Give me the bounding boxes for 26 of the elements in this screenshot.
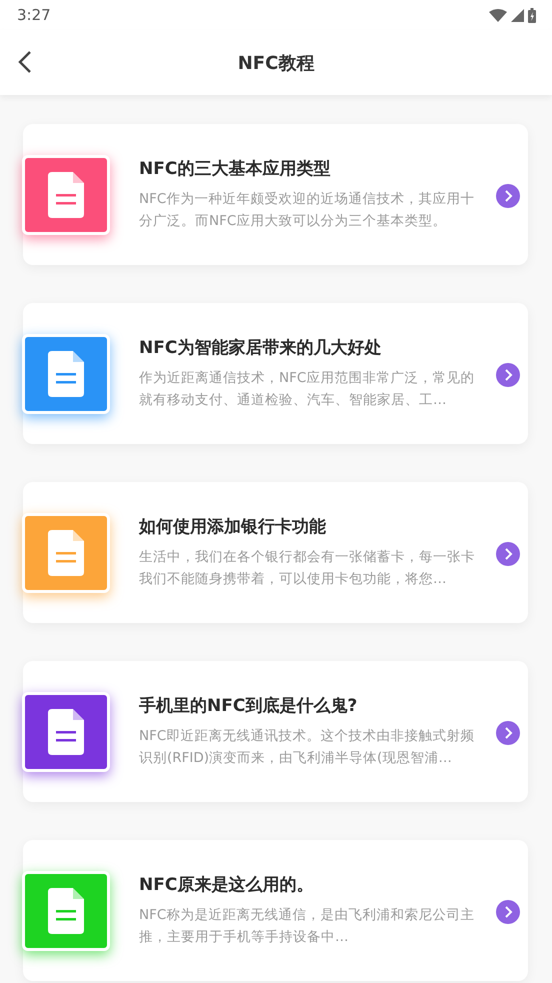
page-title: NFC教程 [238,52,314,74]
article-title: NFC的三大基本应用类型 [139,158,332,180]
article-card[interactable]: 手机里的NFC到底是什么鬼? NFC即近距离无线通讯技术。这个技术由非接触式射频识别(RFID)演变而来，由飞利浦半导体(现恩智浦… [23,661,528,802]
article-summary: NFC即近距离无线通讯技术。这个技术由非接触式射频识别(RFID)演变而来，由飞利浦半导体(现恩智浦… [139,727,476,768]
article-card[interactable]: NFC的三大基本应用类型 NFC作为一种近年颇受欢迎的近场通信技术，其应用十分广泛。而NFC应用大致可以分为三个基本类型。 [23,124,528,265]
article-card[interactable]: NFC原来是这么用的。 NFC称为是近距离无线通信，是由飞利浦和索尼公司主推，主要用于手机等手持设备中… [23,840,528,981]
article-summary: 生活中，我们在各个银行都会有一张储蓄卡，每一张卡我们不能随身携带着，可以使用卡包功能，将您… [139,548,476,589]
wifi-icon [489,8,507,22]
status-time: 3:27 [17,6,51,24]
chevron-right-icon[interactable] [496,900,520,924]
chevron-right-icon[interactable] [496,184,520,208]
article-title: NFC为智能家居带来的几大好处 [139,337,382,359]
article-title: 如何使用添加银行卡功能 [139,516,327,538]
article-summary: 作为近距离通信技术，NFC应用范围非常广泛，常见的就有移动支付、通道检验、汽车、智能家居、工… [139,369,476,410]
article-card[interactable]: NFC为智能家居带来的几大好处 作为近距离通信技术，NFC应用范围非常广泛，常见的就有移动支付、通道检验、汽车、智能家居、工… [23,303,528,444]
article-summary: NFC称为是近距离无线通信，是由飞利浦和索尼公司主推，主要用于手机等手持设备中… [139,906,476,947]
article-summary: NFC作为一种近年颇受欢迎的近场通信技术，其应用十分广泛。而NFC应用大致可以分为三个基本类型。 [139,190,476,231]
chevron-right-icon[interactable] [496,363,520,387]
chevron-right-icon[interactable] [496,542,520,566]
chevron-right-icon[interactable] [496,721,520,745]
signal-icon [511,8,524,22]
article-card[interactable]: 如何使用添加银行卡功能 生活中，我们在各个银行都会有一张储蓄卡，每一张卡我们不能随身携带着，可以使用卡包功能，将您… [23,482,528,623]
back-icon[interactable] [18,50,32,74]
battery-icon [528,8,536,22]
article-title: 手机里的NFC到底是什么鬼? [139,695,358,717]
article-title: NFC原来是这么用的。 [139,874,314,896]
